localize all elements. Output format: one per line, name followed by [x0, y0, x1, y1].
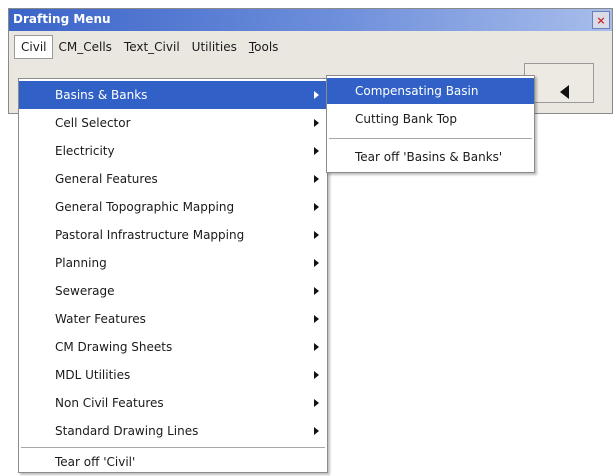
chevron-right-icon: [314, 203, 319, 211]
close-icon: ×: [596, 14, 606, 27]
civil-dropdown-menu: Basins & Banks Cell Selector Electricity…: [18, 78, 328, 473]
menu-item-label: CM Drawing Sheets: [55, 340, 173, 354]
chevron-right-icon: [314, 91, 319, 99]
chevron-right-icon: [314, 287, 319, 295]
menu-tools-rest: ools: [254, 40, 279, 54]
submenu-item-label: Compensating Basin: [355, 84, 479, 98]
menu-utilities[interactable]: Utilities: [186, 36, 243, 58]
menu-item-mdl-utilities[interactable]: MDL Utilities: [19, 361, 327, 389]
basins-banks-submenu: Compensating Basin Cutting Bank Top Tear…: [326, 75, 535, 173]
chevron-right-icon: [314, 147, 319, 155]
menu-item-label: Water Features: [55, 312, 146, 326]
menu-item-label: General Features: [55, 172, 158, 186]
chevron-right-icon: [314, 175, 319, 183]
chevron-right-icon: [314, 427, 319, 435]
menu-cm-cells[interactable]: CM_Cells: [52, 36, 117, 58]
triangle-left-icon[interactable]: [560, 85, 569, 99]
menu-item-label: Tear off 'Civil': [55, 455, 136, 469]
menu-item-cell-selector[interactable]: Cell Selector: [19, 109, 327, 137]
menu-item-basins-banks[interactable]: Basins & Banks: [19, 81, 327, 109]
submenu-item-label: Cutting Bank Top: [355, 112, 457, 126]
chevron-right-icon: [314, 399, 319, 407]
menu-item-water-features[interactable]: Water Features: [19, 305, 327, 333]
menu-item-tear-off-civil[interactable]: Tear off 'Civil': [19, 448, 327, 476]
menu-item-standard-drawing-lines[interactable]: Standard Drawing Lines: [19, 417, 327, 445]
menu-item-cm-drawing-sheets[interactable]: CM Drawing Sheets: [19, 333, 327, 361]
menu-item-label: Planning: [55, 256, 107, 270]
menu-item-general-features[interactable]: General Features: [19, 165, 327, 193]
menu-item-non-civil-features[interactable]: Non Civil Features: [19, 389, 327, 417]
chevron-right-icon: [314, 371, 319, 379]
chevron-right-icon: [314, 315, 319, 323]
menu-item-label: Cell Selector: [55, 116, 131, 130]
menu-bar: Civil CM_Cells Text_Civil Utilities Tool…: [13, 35, 535, 59]
submenu-item-label: Tear off 'Basins & Banks': [355, 150, 503, 164]
menu-item-label: MDL Utilities: [55, 368, 131, 382]
menu-item-sewerage[interactable]: Sewerage: [19, 277, 327, 305]
chevron-right-icon: [314, 231, 319, 239]
menu-item-pastoral-infrastructure-mapping[interactable]: Pastoral Infrastructure Mapping: [19, 221, 327, 249]
menu-text-civil[interactable]: Text_Civil: [118, 36, 186, 58]
menu-item-label: Basins & Banks: [55, 88, 148, 102]
chevron-right-icon: [314, 259, 319, 267]
menu-item-planning[interactable]: Planning: [19, 249, 327, 277]
submenu-item-cutting-bank-top[interactable]: Cutting Bank Top: [327, 106, 534, 132]
menu-item-label: Sewerage: [55, 284, 115, 298]
menu-item-label: Non Civil Features: [55, 396, 164, 410]
menu-item-electricity[interactable]: Electricity: [19, 137, 327, 165]
close-button[interactable]: ×: [592, 11, 610, 29]
menu-item-label: Pastoral Infrastructure Mapping: [55, 228, 245, 242]
menu-civil[interactable]: Civil: [13, 35, 54, 59]
chevron-right-icon: [314, 343, 319, 351]
chevron-right-icon: [314, 119, 319, 127]
window-title: Drafting Menu: [13, 12, 111, 26]
title-bar[interactable]: Drafting Menu ×: [9, 9, 612, 31]
menu-item-label: General Topographic Mapping: [55, 200, 235, 214]
menu-tools[interactable]: Tools: [243, 36, 285, 58]
menu-item-label: Electricity: [55, 144, 115, 158]
submenu-item-compensating-basin[interactable]: Compensating Basin: [327, 78, 534, 104]
menu-item-label: Standard Drawing Lines: [55, 424, 199, 438]
submenu-item-tear-off-basins-banks[interactable]: Tear off 'Basins & Banks': [327, 144, 534, 170]
menu-separator: [329, 138, 532, 139]
menu-item-general-topographic-mapping[interactable]: General Topographic Mapping: [19, 193, 327, 221]
